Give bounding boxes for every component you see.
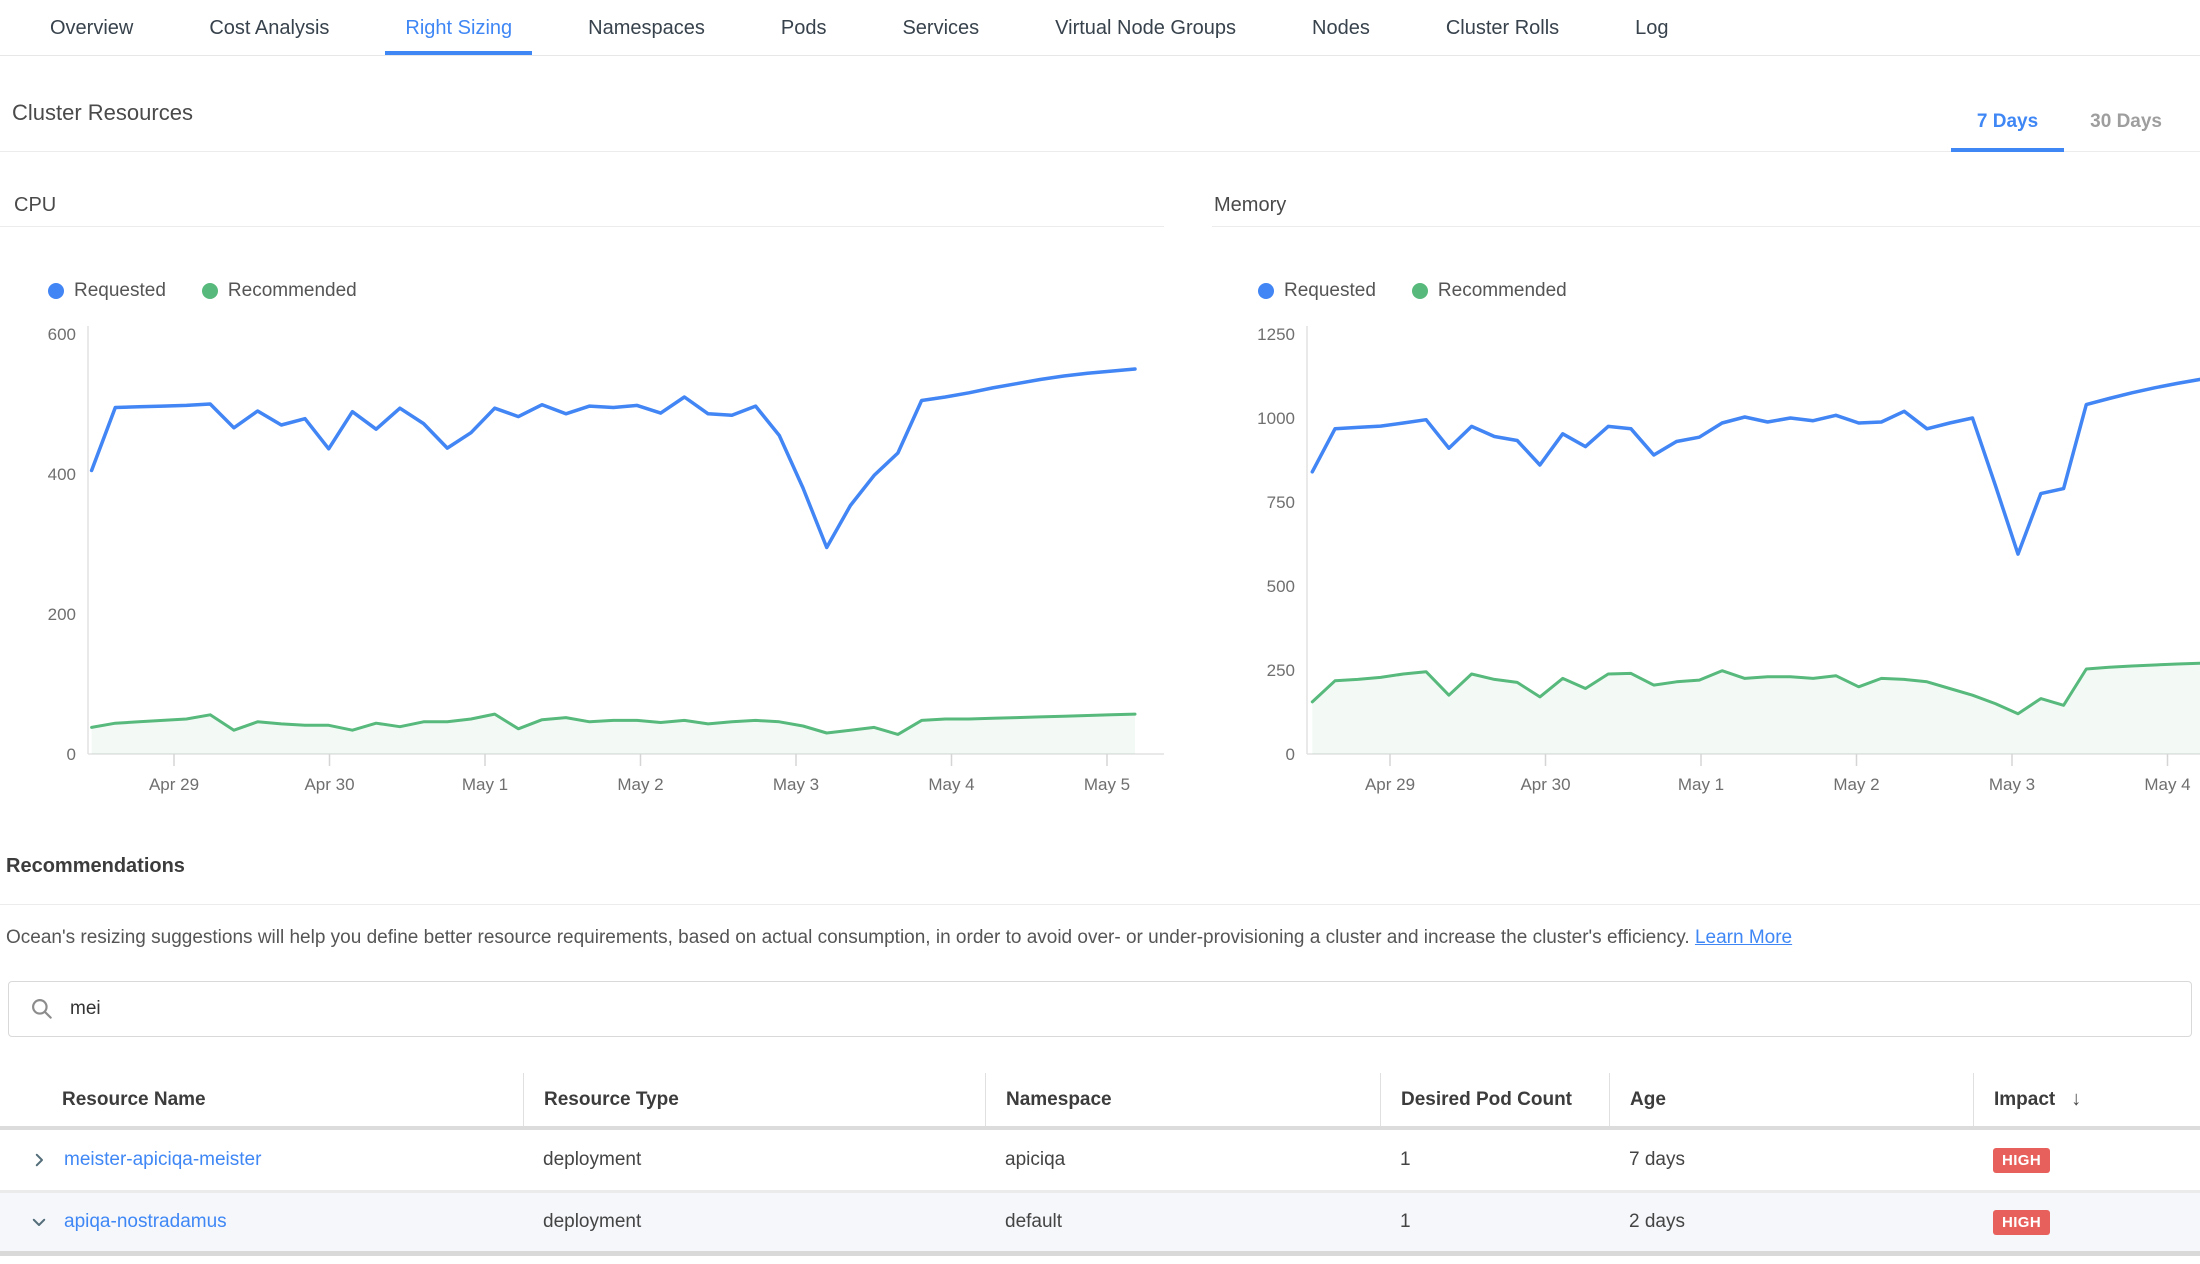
column-header-resource-name[interactable]: Resource Name <box>0 1073 523 1126</box>
svg-text:May 3: May 3 <box>773 775 819 794</box>
table-row[interactable]: meister-apiciqa-meister deployment apici… <box>0 1130 2200 1193</box>
legend-requested: Requested <box>48 280 166 302</box>
recommended-dot-icon <box>1412 283 1428 299</box>
recommendations-description: Ocean's resizing suggestions will help y… <box>6 925 2200 951</box>
resource-type-cell: deployment <box>523 1211 985 1233</box>
chevron-right-icon <box>30 1151 48 1169</box>
memory-chart-legend: Requested Recommended <box>1258 280 2200 302</box>
legend-recommended: Recommended <box>1412 280 1567 302</box>
svg-text:May 4: May 4 <box>2144 775 2190 794</box>
column-header-impact[interactable]: Impact ↓ <box>1973 1073 2200 1126</box>
table-body: meister-apiciqa-meister deployment apici… <box>0 1130 2200 1256</box>
expand-row-button[interactable] <box>30 1151 50 1169</box>
column-header-namespace[interactable]: Namespace <box>985 1073 1380 1126</box>
cluster-resources-header: Cluster Resources 7 Days 30 Days <box>0 56 2200 152</box>
search-input[interactable] <box>70 998 2171 1020</box>
column-header-age[interactable]: Age <box>1609 1073 1973 1126</box>
column-header-impact-label: Impact <box>1994 1089 2055 1111</box>
period-tab-7-days[interactable]: 7 Days <box>1951 111 2064 152</box>
svg-text:0: 0 <box>1286 745 1295 764</box>
legend-recommended: Recommended <box>202 280 357 302</box>
tab-log[interactable]: Log <box>1615 0 1688 55</box>
svg-text:1000: 1000 <box>1257 409 1295 428</box>
impact-badge-high: HIGH <box>1993 1210 2050 1235</box>
cpu-chart-title: CPU <box>0 194 1164 227</box>
cpu-line-chart: 0 200 400 600 Apr 29 Apr 30 May 1 May 2 May 3 May… <box>0 314 1164 799</box>
period-toggle: 7 Days 30 Days <box>1951 111 2188 152</box>
learn-more-link[interactable]: Learn More <box>1695 927 1792 948</box>
svg-text:May 2: May 2 <box>1833 775 1879 794</box>
svg-text:750: 750 <box>1267 493 1295 512</box>
cpu-chart-legend: Requested Recommended <box>48 280 1164 302</box>
memory-line-chart: 0 250 500 750 1000 1250 Apr 29 Apr 30 May 1 May 2… <box>1212 314 2200 799</box>
memory-chart-panel: Memory Requested Recommended 0 250 500 750 1… <box>1212 194 2200 799</box>
column-header-resource-type[interactable]: Resource Type <box>523 1073 985 1126</box>
charts-row: CPU Requested Recommended 0 200 400 600 Apr … <box>0 194 2200 799</box>
legend-requested-label: Requested <box>74 280 166 302</box>
namespace-cell: default <box>985 1211 1380 1233</box>
requested-dot-icon <box>48 283 64 299</box>
resource-name-link[interactable]: apiqa-nostradamus <box>64 1211 227 1233</box>
table-header-row: Resource Name Resource Type Namespace De… <box>0 1073 2200 1130</box>
column-header-desired-pod-count[interactable]: Desired Pod Count <box>1380 1073 1609 1126</box>
tab-nodes[interactable]: Nodes <box>1292 0 1390 55</box>
collapse-row-button[interactable] <box>30 1213 50 1231</box>
table-row[interactable]: apiqa-nostradamus deployment default 1 2… <box>0 1193 2200 1256</box>
recommendations-description-text: Ocean's resizing suggestions will help y… <box>6 927 1690 948</box>
svg-text:0: 0 <box>67 745 76 764</box>
cluster-resources-title: Cluster Resources <box>12 100 193 151</box>
recommended-dot-icon <box>202 283 218 299</box>
requested-dot-icon <box>1258 283 1274 299</box>
recommendations-header: Recommendations <box>0 799 2200 905</box>
legend-recommended-label: Recommended <box>228 280 357 302</box>
svg-text:May 4: May 4 <box>928 775 974 794</box>
resource-name-link[interactable]: meister-apiciqa-meister <box>64 1149 261 1171</box>
search-box[interactable] <box>8 981 2192 1037</box>
legend-recommended-label: Recommended <box>1438 280 1567 302</box>
svg-text:Apr 29: Apr 29 <box>149 775 199 794</box>
tab-overview[interactable]: Overview <box>30 0 153 55</box>
tab-cluster-rolls[interactable]: Cluster Rolls <box>1426 0 1579 55</box>
impact-badge-high: HIGH <box>1993 1148 2050 1173</box>
namespace-cell: apiciqa <box>985 1149 1380 1171</box>
top-nav: Overview Cost Analysis Right Sizing Name… <box>0 0 2200 56</box>
svg-text:Apr 29: Apr 29 <box>1365 775 1415 794</box>
cpu-chart-panel: CPU Requested Recommended 0 200 400 600 Apr … <box>0 194 1164 799</box>
svg-text:May 3: May 3 <box>1989 775 2035 794</box>
svg-text:250: 250 <box>1267 661 1295 680</box>
tab-pods[interactable]: Pods <box>761 0 847 55</box>
recommendations-table: Resource Name Resource Type Namespace De… <box>0 1073 2200 1256</box>
svg-text:May 1: May 1 <box>462 775 508 794</box>
legend-requested-label: Requested <box>1284 280 1376 302</box>
svg-text:Apr 30: Apr 30 <box>1520 775 1570 794</box>
resource-type-cell: deployment <box>523 1149 985 1171</box>
tab-services[interactable]: Services <box>882 0 999 55</box>
recommendations-title: Recommendations <box>6 855 2188 904</box>
svg-text:1250: 1250 <box>1257 325 1295 344</box>
svg-text:May 5: May 5 <box>1084 775 1130 794</box>
tab-cost-analysis[interactable]: Cost Analysis <box>189 0 349 55</box>
svg-text:400: 400 <box>48 465 76 484</box>
svg-text:Apr 30: Apr 30 <box>304 775 354 794</box>
desired-pod-count-cell: 1 <box>1380 1211 1609 1233</box>
search-icon <box>29 996 55 1022</box>
chevron-down-icon <box>30 1213 48 1231</box>
svg-text:May 2: May 2 <box>617 775 663 794</box>
age-cell: 7 days <box>1609 1149 1973 1171</box>
legend-requested: Requested <box>1258 280 1376 302</box>
svg-text:200: 200 <box>48 605 76 624</box>
tab-right-sizing[interactable]: Right Sizing <box>385 0 532 55</box>
tab-virtual-node-groups[interactable]: Virtual Node Groups <box>1035 0 1256 55</box>
svg-text:May 1: May 1 <box>1678 775 1724 794</box>
svg-text:600: 600 <box>48 325 76 344</box>
sort-descending-icon[interactable]: ↓ <box>2071 1088 2081 1111</box>
age-cell: 2 days <box>1609 1211 1973 1233</box>
memory-chart-title: Memory <box>1212 194 2200 227</box>
main-content: Cluster Resources 7 Days 30 Days CPU Req… <box>0 56 2200 1256</box>
svg-text:500: 500 <box>1267 577 1295 596</box>
desired-pod-count-cell: 1 <box>1380 1149 1609 1171</box>
tab-namespaces[interactable]: Namespaces <box>568 0 725 55</box>
period-tab-30-days[interactable]: 30 Days <box>2064 111 2188 152</box>
